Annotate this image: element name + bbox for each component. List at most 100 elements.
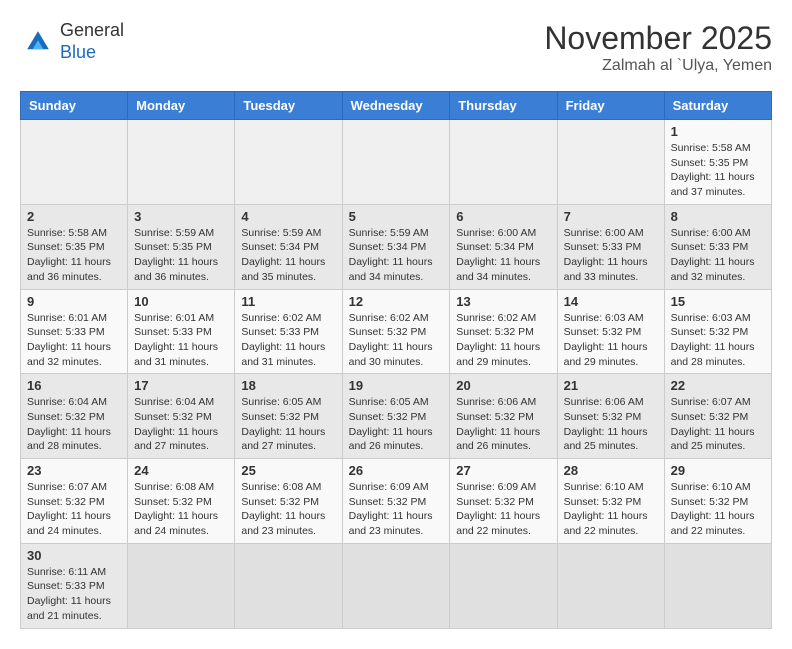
day-info: Sunrise: 6:11 AM Sunset: 5:33 PM Dayligh…: [27, 565, 121, 624]
day-number: 19: [349, 378, 444, 393]
day-number: 23: [27, 463, 121, 478]
day-number: 1: [671, 124, 765, 139]
logo: General Blue: [20, 20, 124, 63]
calendar-cell: [450, 120, 557, 205]
day-info: Sunrise: 6:03 AM Sunset: 5:32 PM Dayligh…: [564, 311, 658, 370]
day-info: Sunrise: 6:06 AM Sunset: 5:32 PM Dayligh…: [456, 395, 550, 454]
title-block: November 2025 Zalmah al `Ulya, Yemen: [544, 20, 772, 75]
calendar-cell: 17 Sunrise: 6:04 AM Sunset: 5:32 PM Dayli…: [128, 374, 235, 459]
col-header-saturday: Saturday: [664, 92, 771, 120]
day-info: Sunrise: 6:05 AM Sunset: 5:32 PM Dayligh…: [349, 395, 444, 454]
calendar-cell: [235, 543, 342, 628]
day-number: 29: [671, 463, 765, 478]
day-number: 12: [349, 294, 444, 309]
month-title: November 2025: [544, 20, 772, 57]
calendar-cell: 11 Sunrise: 6:02 AM Sunset: 5:33 PM Dayli…: [235, 289, 342, 374]
day-info: Sunrise: 5:58 AM Sunset: 5:35 PM Dayligh…: [671, 141, 765, 200]
calendar-cell: 18 Sunrise: 6:05 AM Sunset: 5:32 PM Dayli…: [235, 374, 342, 459]
day-number: 2: [27, 209, 121, 224]
calendar-cell: [342, 543, 450, 628]
logo-icon: [20, 24, 56, 60]
calendar: SundayMondayTuesdayWednesdayThursdayFrid…: [20, 91, 772, 629]
day-info: Sunrise: 5:59 AM Sunset: 5:34 PM Dayligh…: [241, 226, 335, 285]
calendar-cell: 20Sunrise: 6:06 AM Sunset: 5:32 PM Dayli…: [450, 374, 557, 459]
calendar-cell: 29 Sunrise: 6:10 AM Sunset: 5:32 PM Dayli…: [664, 459, 771, 544]
day-info: Sunrise: 5:59 AM Sunset: 5:34 PM Dayligh…: [349, 226, 444, 285]
col-header-thursday: Thursday: [450, 92, 557, 120]
day-info: Sunrise: 6:05 AM Sunset: 5:32 PM Dayligh…: [241, 395, 335, 454]
day-number: 24: [134, 463, 228, 478]
calendar-cell: 22Sunrise: 6:07 AM Sunset: 5:32 PM Dayli…: [664, 374, 771, 459]
calendar-header-row: SundayMondayTuesdayWednesdayThursdayFrid…: [21, 92, 772, 120]
day-info: Sunrise: 6:09 AM Sunset: 5:32 PM Dayligh…: [349, 480, 444, 539]
calendar-cell: 5 Sunrise: 5:59 AM Sunset: 5:34 PM Daylig…: [342, 204, 450, 289]
day-info: Sunrise: 6:08 AM Sunset: 5:32 PM Dayligh…: [241, 480, 335, 539]
calendar-cell: 7 Sunrise: 6:00 AM Sunset: 5:33 PM Daylig…: [557, 204, 664, 289]
day-number: 28: [564, 463, 658, 478]
calendar-cell: 14 Sunrise: 6:03 AM Sunset: 5:32 PM Dayli…: [557, 289, 664, 374]
day-info: Sunrise: 5:58 AM Sunset: 5:35 PM Dayligh…: [27, 226, 121, 285]
day-info: Sunrise: 6:10 AM Sunset: 5:32 PM Dayligh…: [671, 480, 765, 539]
day-info: Sunrise: 6:04 AM Sunset: 5:32 PM Dayligh…: [134, 395, 228, 454]
day-info: Sunrise: 6:01 AM Sunset: 5:33 PM Dayligh…: [27, 311, 121, 370]
calendar-cell: 4 Sunrise: 5:59 AM Sunset: 5:34 PM Daylig…: [235, 204, 342, 289]
day-number: 10: [134, 294, 228, 309]
calendar-week-row: 16 Sunrise: 6:04 AM Sunset: 5:32 PM Dayli…: [21, 374, 772, 459]
location: Zalmah al `Ulya, Yemen: [544, 57, 772, 75]
calendar-cell: [557, 120, 664, 205]
calendar-cell: [235, 120, 342, 205]
day-number: 13: [456, 294, 550, 309]
calendar-week-row: 9 Sunrise: 6:01 AM Sunset: 5:33 PM Daylig…: [21, 289, 772, 374]
day-number: 9: [27, 294, 121, 309]
calendar-cell: 15 Sunrise: 6:03 AM Sunset: 5:32 PM Dayli…: [664, 289, 771, 374]
day-info: Sunrise: 6:02 AM Sunset: 5:32 PM Dayligh…: [456, 311, 550, 370]
day-info: Sunrise: 6:10 AM Sunset: 5:32 PM Dayligh…: [564, 480, 658, 539]
calendar-cell: 8Sunrise: 6:00 AM Sunset: 5:33 PM Daylig…: [664, 204, 771, 289]
calendar-cell: 27 Sunrise: 6:09 AM Sunset: 5:32 PM Dayli…: [450, 459, 557, 544]
day-info: Sunrise: 6:00 AM Sunset: 5:34 PM Dayligh…: [456, 226, 550, 285]
day-number: 25: [241, 463, 335, 478]
calendar-cell: 3Sunrise: 5:59 AM Sunset: 5:35 PM Daylig…: [128, 204, 235, 289]
calendar-week-row: 2 Sunrise: 5:58 AM Sunset: 5:35 PM Daylig…: [21, 204, 772, 289]
day-number: 16: [27, 378, 121, 393]
calendar-cell: 16 Sunrise: 6:04 AM Sunset: 5:32 PM Dayli…: [21, 374, 128, 459]
day-info: Sunrise: 6:04 AM Sunset: 5:32 PM Dayligh…: [27, 395, 121, 454]
day-number: 7: [564, 209, 658, 224]
logo-text: General Blue: [60, 20, 124, 63]
calendar-cell: [664, 543, 771, 628]
day-info: Sunrise: 6:06 AM Sunset: 5:32 PM Dayligh…: [564, 395, 658, 454]
calendar-cell: 1 Sunrise: 5:58 AM Sunset: 5:35 PM Daylig…: [664, 120, 771, 205]
day-number: 27: [456, 463, 550, 478]
day-number: 14: [564, 294, 658, 309]
calendar-cell: 19 Sunrise: 6:05 AM Sunset: 5:32 PM Dayli…: [342, 374, 450, 459]
day-number: 18: [241, 378, 335, 393]
day-info: Sunrise: 6:00 AM Sunset: 5:33 PM Dayligh…: [564, 226, 658, 285]
calendar-cell: 13 Sunrise: 6:02 AM Sunset: 5:32 PM Dayli…: [450, 289, 557, 374]
day-info: Sunrise: 6:09 AM Sunset: 5:32 PM Dayligh…: [456, 480, 550, 539]
day-number: 30: [27, 548, 121, 563]
calendar-cell: 26 Sunrise: 6:09 AM Sunset: 5:32 PM Dayli…: [342, 459, 450, 544]
day-number: 11: [241, 294, 335, 309]
calendar-week-row: 23Sunrise: 6:07 AM Sunset: 5:32 PM Dayli…: [21, 459, 772, 544]
day-info: Sunrise: 6:02 AM Sunset: 5:33 PM Dayligh…: [241, 311, 335, 370]
day-number: 5: [349, 209, 444, 224]
calendar-week-row: 1 Sunrise: 5:58 AM Sunset: 5:35 PM Daylig…: [21, 120, 772, 205]
day-info: Sunrise: 6:02 AM Sunset: 5:32 PM Dayligh…: [349, 311, 444, 370]
day-info: Sunrise: 6:01 AM Sunset: 5:33 PM Dayligh…: [134, 311, 228, 370]
col-header-wednesday: Wednesday: [342, 92, 450, 120]
logo-general: General: [60, 20, 124, 40]
day-number: 17: [134, 378, 228, 393]
day-info: Sunrise: 6:03 AM Sunset: 5:32 PM Dayligh…: [671, 311, 765, 370]
calendar-cell: [342, 120, 450, 205]
calendar-cell: 25 Sunrise: 6:08 AM Sunset: 5:32 PM Dayli…: [235, 459, 342, 544]
page-header: General Blue November 2025 Zalmah al `Ul…: [20, 20, 772, 75]
day-number: 26: [349, 463, 444, 478]
col-header-tuesday: Tuesday: [235, 92, 342, 120]
day-number: 15: [671, 294, 765, 309]
calendar-cell: [128, 120, 235, 205]
calendar-cell: [128, 543, 235, 628]
day-number: 21: [564, 378, 658, 393]
day-number: 4: [241, 209, 335, 224]
day-info: Sunrise: 6:00 AM Sunset: 5:33 PM Dayligh…: [671, 226, 765, 285]
col-header-sunday: Sunday: [21, 92, 128, 120]
